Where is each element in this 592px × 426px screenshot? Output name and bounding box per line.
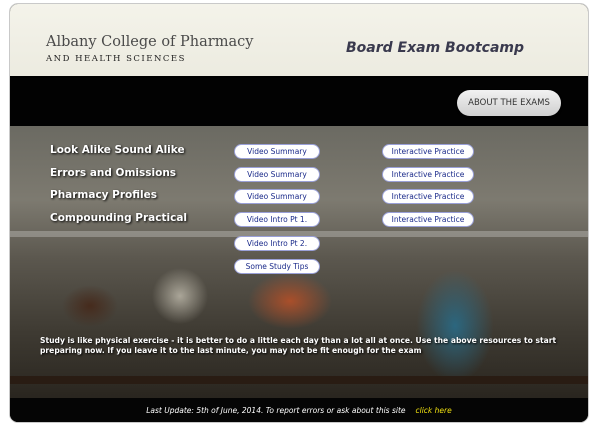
site-title: Board Exam Bootcamp: [346, 40, 524, 56]
video-intro-pt1-button[interactable]: Video Intro Pt 1.: [234, 212, 320, 227]
contact-link[interactable]: click here: [416, 406, 452, 415]
video-summary-button-look-alike[interactable]: Video Summary: [234, 144, 320, 159]
college-subtitle: AND HEALTH SCIENCES: [46, 54, 186, 64]
content-area: Look Alike Sound Alike Video Summary Int…: [10, 126, 588, 422]
topic-title-look-alike: Look Alike Sound Alike: [50, 144, 185, 156]
topic-title-errors: Errors and Omissions: [50, 167, 177, 179]
study-quote: Study is like physical exercise - it is …: [40, 336, 557, 355]
topic-title-compounding: Compounding Practical: [50, 212, 188, 224]
nav-bar: ABOUT THE EXAMS: [10, 78, 588, 126]
footer: Last Update: 5th of June, 2014. To repor…: [10, 398, 588, 422]
topic-title-profiles: Pharmacy Profiles: [50, 189, 158, 201]
header: Albany College of Pharmacy AND HEALTH SC…: [10, 4, 588, 76]
college-name: Albany College of Pharmacy: [46, 34, 254, 50]
interactive-practice-button-compounding[interactable]: Interactive Practice: [382, 212, 474, 227]
shelf-decoration-lower: [10, 376, 588, 384]
video-summary-button-profiles[interactable]: Video Summary: [234, 189, 320, 204]
about-the-exams-button[interactable]: ABOUT THE EXAMS: [457, 90, 561, 116]
study-tips-button[interactable]: Some Study Tips: [234, 259, 320, 274]
interactive-practice-button-look-alike[interactable]: Interactive Practice: [382, 144, 474, 159]
footer-text: Last Update: 5th of June, 2014. To repor…: [146, 405, 406, 415]
interactive-practice-button-errors[interactable]: Interactive Practice: [382, 167, 474, 182]
page-frame: Albany College of Pharmacy AND HEALTH SC…: [10, 4, 588, 422]
video-summary-button-errors[interactable]: Video Summary: [234, 167, 320, 182]
video-intro-pt2-button[interactable]: Video Intro Pt 2.: [234, 236, 320, 251]
interactive-practice-button-profiles[interactable]: Interactive Practice: [382, 189, 474, 204]
